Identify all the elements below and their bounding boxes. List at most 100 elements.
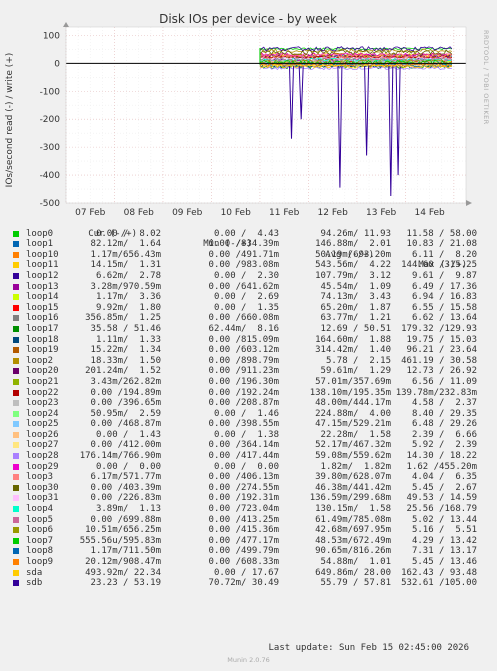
legend-cur-value: 6.62m/ 2.78 (95, 270, 161, 281)
legend-max-value: 6.94 / 16.83 (411, 292, 477, 303)
legend-cur-value: 0.00 /468.87m (90, 419, 161, 430)
legend-cur-value: 493.92m/ 22.34 (85, 567, 161, 578)
legend-max-value: 532.61 /105.00 (401, 578, 477, 589)
legend-min-value: 0.00 /413.25m (208, 514, 279, 525)
legend-avg-value: 1.82m/ 1.82m (320, 461, 391, 472)
legend-max-value: 25.56 /168.79 (406, 504, 477, 515)
legend-min-value: 0.00 /196.30m (208, 376, 279, 387)
legend-avg-value: 224.88m/ 4.00 (315, 408, 391, 419)
y-axis-label: IOs/second read (-) / write (+) (5, 53, 15, 188)
legend-cur-value: 555.56u/595.83m (79, 535, 161, 546)
legend-max-value: 4.04 / 6.35 (411, 472, 477, 483)
x-tick-label: 10 Feb (221, 208, 252, 215)
legend-avg-value: 130.15m/ 1.58 (315, 504, 391, 515)
y-tick-labels: 100 0 -100 -200 -300 -400 -500 (40, 31, 61, 209)
legend-swatch (13, 347, 19, 354)
legend-device-name: loop25 (26, 419, 59, 430)
legend-cur-value: 9.92m/ 1.80 (95, 302, 161, 313)
legend-max-value: 4.29 / 13.42 (411, 535, 477, 546)
legend-swatch (13, 283, 19, 290)
legend-max-value: 4.58 / 2.37 (411, 398, 477, 409)
legend-min-value: 0.00 /477.17m (208, 535, 279, 546)
legend-min-value: 0.00 /898.79m (208, 355, 279, 366)
x-tick-labels: 07 Feb 08 Feb 09 Feb 10 Feb 11 Feb 12 Feb 13 F… (75, 208, 445, 215)
legend-max-value: 5.45 / 13.46 (411, 557, 477, 567)
legend-device-name: sdb (26, 578, 43, 589)
legend-max-value: 6.55 / 15.58 (411, 302, 477, 313)
legend-max-value: 6.48 / 29.26 (411, 419, 477, 430)
legend-max-value: 162.43 / 93.48 (401, 567, 477, 578)
legend-max-value: 6.56 / 11.09 (411, 376, 477, 387)
legend-avg-value: 649.86m/ 28.00 (315, 567, 391, 578)
legend-min-value: 0.00 /415.36m (208, 525, 279, 536)
legend-swatch (13, 474, 19, 481)
legend-device-name: loop14 (26, 292, 59, 303)
legend-min-value: 0.00 /417.44m (208, 451, 279, 462)
chart-title: Disk IOs per device - by week (159, 12, 337, 26)
legend-cur-value: 6.17m/571.77m (90, 472, 161, 483)
legend-min-value: 0.00 /208.87m (208, 398, 279, 409)
legend-device-name: loop6 (26, 525, 54, 536)
legend-cur-value: 0.00 /226.83m (90, 493, 161, 504)
legend-min-value: 0.00 / 1.35 (213, 302, 279, 313)
legend-cur-value: 1.17m/656.43m (90, 249, 161, 260)
rrdtool-credit: RRDTOOL / TOBI OETIKER (482, 30, 490, 125)
legend-max-value: 2.39 / 6.66 (411, 429, 477, 440)
legend-max-value: 19.75 / 15.03 (406, 334, 477, 345)
legend-max-value: 8.40 / 29.35 (411, 408, 477, 419)
legend-max-value: 139.78m/232.83m (395, 387, 477, 398)
legend-avg-value: 59.08m/559.62m (315, 451, 391, 462)
legend-avg-value: 59.61m/ 1.29 (320, 366, 391, 377)
legend-avg-value: 48.00m/444.17m (315, 398, 391, 409)
legend-cur-value: 35.58 / 51.46 (90, 323, 161, 334)
legend-row: loop16 356.85m/ 1.25 0.00 /660.08m 63.77m/ … (0, 313, 497, 324)
legend-swatch (13, 506, 19, 513)
legend-max-value: 10.83 / 21.08 (406, 239, 477, 250)
legend-cur-value: 0.00 /194.89m (90, 387, 161, 398)
legend-swatch (13, 484, 19, 491)
legend-row: loop29 0.00 / 0.00 0.00 / 0.00 1.82m/ 1.82m… (0, 462, 497, 473)
legend-min-value: 0.00 /815.09m (208, 334, 279, 345)
legend-avg-value: 146.88m/ 2.01 (315, 239, 391, 250)
legend-min-value: 0.00 /499.79m (208, 546, 279, 557)
legend-avg-value: 107.79m/ 3.12 (315, 270, 391, 281)
legend-row: loop5 0.00 /699.88m 0.00 /413.25m 61.49m/78… (0, 515, 497, 526)
legend-swatch (13, 272, 19, 279)
legend-max-value: 14.30 / 18.22 (406, 451, 477, 462)
legend-min-value: 0.00 /192.24m (208, 387, 279, 398)
legend-row: loop10 1.17m/656.43m 0.00 /491.71m 50.19m/6… (0, 250, 497, 261)
last-update: Last update: Sun Feb 15 02:45:00 2026 (268, 643, 469, 653)
legend-avg-value: 5.78 / 2.15 (325, 355, 391, 366)
legend-max-value: 6.49 / 17.36 (411, 281, 477, 292)
legend-row: loop28 176.14m/766.90m 0.00 /417.44m 59.08m… (0, 451, 497, 462)
legend-max-value: 461.19 / 30.58 (401, 355, 477, 366)
legend-avg-value: 65.20m/ 1.87 (320, 302, 391, 313)
legend-swatch (13, 453, 19, 460)
legend-swatch (13, 304, 19, 311)
legend-device-name: loop20 (26, 366, 59, 377)
legend-device-name: sda (26, 567, 43, 578)
legend-cur-value: 0.00 /699.88m (90, 514, 161, 525)
legend-swatch (13, 537, 19, 544)
legend-swatch (13, 431, 19, 438)
legend-avg-value: 164.60m/ 1.88 (315, 334, 391, 345)
legend-swatch (13, 527, 19, 534)
legend-row: loop1 82.12m/ 1.64 0.00 /834.39m 146.88m/ 2… (0, 239, 497, 250)
legend-avg-value: 90.65m/816.26m (315, 546, 391, 557)
legend-device-name: loop31 (26, 493, 59, 504)
legend-row: loop7 555.56u/595.83m 0.00 /477.17m 48.53m/… (0, 536, 497, 547)
legend-row: loop19 15.22m/ 1.34 0.00 /603.12m 314.42m/ … (0, 345, 497, 356)
legend-cur-value: 82.12m/ 1.64 (90, 239, 161, 250)
legend-swatch (13, 400, 19, 407)
x-axis-arrow (466, 200, 472, 206)
legend-avg-value: 46.38m/441.42m (315, 482, 391, 493)
x-tick-label: 12 Feb (318, 208, 349, 215)
chart-svg: Disk IOs per device - by week IOs/second… (5, 12, 490, 215)
legend-device-name: loop19 (26, 345, 59, 356)
legend-row: loop17 35.58 / 51.46 62.44m/ 8.16 12.69 / 5… (0, 324, 497, 335)
legend-row: loop6 10.51m/656.25m 0.00 /415.36m 42.68m/6… (0, 525, 497, 536)
legend-avg-value: 136.59m/299.68m (309, 493, 391, 504)
legend-device-name: loop3 (26, 472, 54, 483)
legend-row: loop4 3.89m/ 1.13 0.00 /723.04m 130.15m/ 1.… (0, 504, 497, 515)
legend-max-value: 9.61 / 9.87 (411, 270, 477, 281)
